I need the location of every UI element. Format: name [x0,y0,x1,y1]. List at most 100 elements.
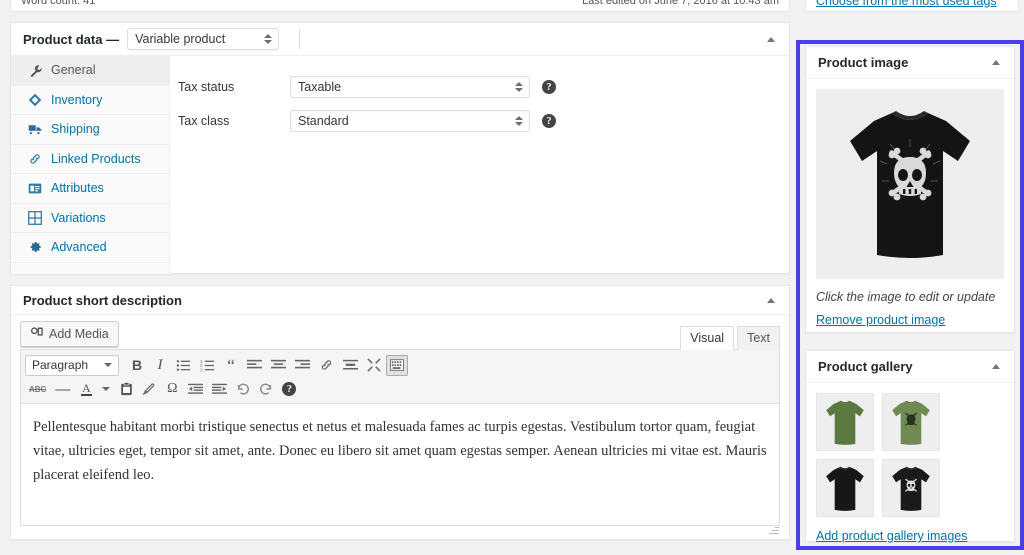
tax-status-select[interactable]: Taxable [290,76,530,98]
align-left-icon[interactable] [243,355,266,376]
align-center-icon[interactable] [267,355,290,376]
format-select-value: Paragraph [32,358,89,372]
product-gallery-title: Product gallery [818,359,913,374]
tab-visual[interactable]: Visual [680,326,735,350]
tab-attributes-label: Attributes [51,181,104,196]
editor-mode-tabs: Visual Text [680,326,780,350]
tab-inventory[interactable]: Inventory [11,86,169,115]
product-data-title: Product data — [23,31,120,47]
media-row: Add Media Visual Text [20,321,780,350]
choose-most-used-tags-link[interactable]: Choose from the most used tags [816,0,997,11]
add-product-gallery-images-link[interactable]: Add product gallery images [816,529,967,543]
gear-icon [28,240,42,254]
tax-class-help-icon[interactable]: ? [542,114,556,128]
product-data-fields: Tax status Taxable ? Tax class Standard … [170,56,789,274]
clear-formatting-icon[interactable] [138,379,160,400]
insert-link-icon[interactable] [315,355,338,376]
editor-status-strip: Word count: 41 Last edited on June 7, 20… [10,0,790,12]
text-color-icon[interactable]: A [75,379,97,400]
gallery-thumb-3[interactable] [816,459,874,517]
numbered-list-icon[interactable]: 123 [196,355,219,376]
product-image-header: Product image [806,47,1014,79]
header-divider [299,29,301,49]
gallery-thumb-4[interactable] [882,459,940,517]
select-arrows-icon [515,115,523,127]
chevron-up-icon[interactable] [763,292,779,308]
align-right-icon[interactable] [291,355,314,376]
tax-status-label: Tax status [178,80,235,94]
toolbar-row-1: Paragraph B I 123 “ [25,353,775,377]
tab-advanced[interactable]: Advanced [11,233,169,263]
product-gallery-header: Product gallery [806,351,1014,383]
product-data-header: Product data — Variable product [11,23,789,56]
black-tshirt-skull-front-icon [892,466,930,511]
add-media-button[interactable]: Add Media [20,321,119,347]
svg-text:3: 3 [200,367,203,372]
link-icon [28,152,42,166]
tax-status-help-icon[interactable]: ? [542,80,556,94]
product-type-select[interactable]: Variable product [127,28,280,50]
format-select[interactable]: Paragraph [25,354,119,376]
tab-inventory-label: Inventory [51,92,103,107]
tab-attributes[interactable]: Attributes [11,174,169,204]
gallery-thumb-1[interactable] [816,393,874,451]
product-image-hint: Click the image to edit or update [816,290,996,304]
tax-class-value: Standard [298,114,349,128]
short-description-title: Product short description [23,292,182,308]
horizontal-line-icon[interactable]: — [51,379,74,400]
wordpress-product-edit-screen: Word count: 41 Last edited on June 7, 20… [0,0,1024,555]
redo-icon[interactable] [255,379,277,400]
tab-text[interactable]: Text [737,326,780,350]
select-arrows-icon [515,81,523,93]
editor-wrap: Add Media Visual Text Paragraph B I 1 2 … [11,315,789,540]
special-character-icon[interactable]: Ω [161,379,183,400]
tab-variations[interactable]: Variations [11,204,169,233]
product-short-description-panel: Product short description Add Media Visu… [10,285,790,540]
chevron-up-icon[interactable] [988,55,1004,71]
read-more-icon[interactable] [339,355,362,376]
keyboard-shortcuts-icon[interactable]: ? [278,379,300,400]
media-icon [30,326,44,342]
text-color-dropdown-icon[interactable] [98,379,114,400]
toolbar-toggle-icon[interactable] [386,354,408,376]
strikethrough-icon[interactable]: ABC [25,379,50,400]
blockquote-icon[interactable]: “ [220,355,242,376]
attributes-icon [28,181,42,195]
chevron-up-icon[interactable] [763,31,779,47]
italic-icon[interactable]: I [149,355,171,376]
product-type-value: Variable product [135,32,226,46]
outdent-icon[interactable] [184,379,207,400]
word-count-label: Word count: 41 [21,0,96,7]
green-tshirt-back-icon [826,400,864,445]
tax-status-row: Tax status Taxable ? [178,70,789,104]
product-image-thumbnail[interactable] [816,89,1004,279]
chevron-down-icon [104,363,112,367]
paste-as-text-icon[interactable] [115,379,137,400]
toolbar-row-2: ABC — A Ω ? [25,377,775,401]
truck-icon [28,122,42,136]
tab-linked-products[interactable]: Linked Products [11,145,169,174]
editor-content-area[interactable]: Pellentesque habitant morbi tristique se… [21,404,779,525]
tax-class-select[interactable]: Standard [290,110,530,132]
tab-shipping[interactable]: Shipping [11,115,169,145]
tab-linked-products-label: Linked Products [51,151,141,166]
product-image-title: Product image [818,55,909,70]
bold-icon[interactable]: B [126,355,148,376]
gallery-thumbnail-grid [816,393,1004,517]
editor-resize-handle[interactable] [767,523,780,536]
wrench-icon [28,63,42,78]
bulleted-list-icon[interactable] [172,355,195,376]
product-image-panel: Product image Click the image to edit or… [805,46,1015,333]
distraction-free-icon[interactable] [363,355,385,376]
indent-icon[interactable] [208,379,231,400]
tax-class-row: Tax class Standard ? [178,104,789,138]
tab-general[interactable]: General [11,56,169,86]
chevron-up-icon[interactable] [988,359,1004,375]
tag-icon [28,93,42,107]
select-arrows-icon [264,33,273,45]
remove-product-image-link[interactable]: Remove product image [816,313,945,327]
black-tshirt-skull-graphic [850,111,970,258]
gallery-thumb-2[interactable] [882,393,940,451]
undo-icon[interactable] [232,379,254,400]
product-data-panel: Product data — Variable product General [10,22,790,274]
